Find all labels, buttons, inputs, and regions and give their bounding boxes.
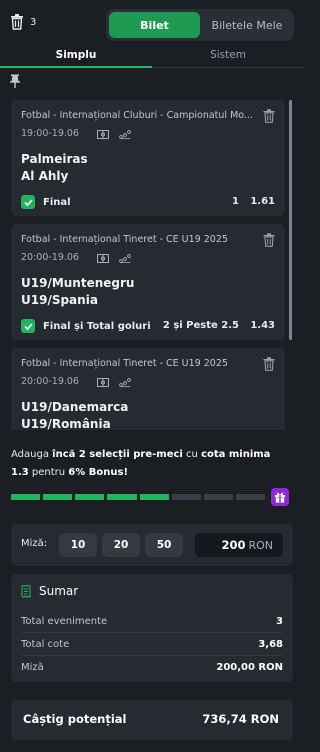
summary-row-value: 3,68 (258, 638, 283, 650)
away-team: Al Ahly (21, 169, 69, 183)
pitch-icon[interactable] (97, 254, 109, 263)
stake-chip-50[interactable]: 50 (145, 533, 183, 557)
bet-card: Fotbal - Internațional Tineret - CE U19 … (11, 348, 285, 430)
league-name: Fotbal - Internațional Cluburi - Campion… (21, 110, 253, 121)
away-team: U19/Spania (21, 293, 98, 307)
progress-segment-empty (235, 494, 265, 500)
summary-row-label: Total evenimente (21, 615, 108, 627)
remove-bet-icon[interactable] (263, 109, 275, 123)
stake-currency: RON (248, 538, 273, 552)
odd-value: 1.43 (250, 320, 275, 331)
home-team: U19/Muntenegru (21, 276, 135, 290)
checkbox-checked-icon[interactable] (21, 319, 35, 333)
potential-win-value: 736,74 RON (202, 712, 279, 726)
away-team: U19/România (21, 417, 111, 430)
tab-sistem[interactable]: Sistem (152, 46, 304, 68)
progress-segment-empty (171, 494, 201, 500)
progress-segment-filled (11, 494, 41, 500)
summary-row: Miză 200,00 RON (21, 657, 283, 677)
remove-bet-icon[interactable] (263, 357, 275, 371)
potential-win-panel: Câștig potențial 736,74 RON (11, 700, 293, 740)
stake-chip-10[interactable]: 10 (59, 533, 97, 557)
summary-header[interactable]: Sumar (21, 584, 78, 598)
stake-value: 200 (221, 538, 246, 552)
summary-row-value: 3 (276, 615, 283, 627)
betslip-header: 3 Bilet Biletele Mele (0, 0, 304, 46)
event-time: 19:00-19.06 (21, 128, 80, 139)
summary-panel: Sumar Total evenimente 3 Total cote 3,68… (11, 574, 293, 682)
stake-input[interactable]: 200 RON (195, 533, 283, 557)
selection-count: 3 (30, 16, 37, 28)
divider (21, 632, 283, 633)
bet-card: Fotbal - Internațional Cluburi - Campion… (11, 100, 285, 216)
gift-icon[interactable] (271, 488, 289, 506)
summary-title: Sumar (39, 584, 79, 598)
progress-segment-filled (107, 494, 137, 500)
pitch-icon[interactable] (97, 130, 109, 139)
stake-label: Miză: (21, 538, 48, 549)
bonus-progress-bar (11, 494, 265, 500)
odd-value: 1.61 (250, 196, 275, 207)
pitch-icon[interactable] (97, 378, 109, 387)
market-name: Final (43, 196, 71, 208)
bonus-message: Adauga încă 2 selecții pre-meci cu cota … (11, 449, 271, 478)
stake-panel: Miză: 10 20 50 200 RON (11, 524, 293, 566)
bet-card: Fotbal - Internațional Tineret - CE U19 … (11, 224, 285, 340)
progress-segment-filled (43, 494, 73, 500)
summary-row: Total evenimente 3 (21, 611, 283, 631)
market-row: Final (21, 195, 71, 209)
clear-betslip-button[interactable]: 3 (10, 14, 36, 30)
progress-segment-filled (75, 494, 105, 500)
summary-row-value: 200,00 RON (216, 661, 283, 673)
pick-value: 1 (232, 196, 239, 207)
toggle-bilet[interactable]: Bilet (109, 12, 200, 38)
pick-value: 2 și Peste 2.5 (162, 320, 239, 331)
stake-chip-20[interactable]: 20 (102, 533, 140, 557)
summary-row-label: Total cote (21, 638, 70, 650)
stats-icon[interactable] (119, 129, 131, 139)
divider (21, 655, 283, 656)
stats-icon[interactable] (119, 253, 131, 263)
toggle-biletele-mele[interactable]: Biletele Mele (203, 12, 291, 38)
progress-segment-empty (203, 494, 233, 500)
tab-simplu[interactable]: Simplu (0, 46, 152, 68)
home-team: Palmeiras (21, 152, 88, 166)
event-time: 20:00-19.06 (21, 376, 80, 387)
stats-icon[interactable] (119, 377, 131, 387)
market-name: Final și Total goluri (43, 320, 151, 332)
home-team: U19/Danemarca (21, 400, 129, 414)
potential-win-label: Câștig potențial (23, 712, 127, 726)
summary-row: Total cote 3,68 (21, 634, 283, 654)
bet-type-tabs: Simplu Sistem (0, 46, 304, 68)
ticket-toggle: Bilet Biletele Mele (106, 9, 294, 41)
market-row: Final și Total goluri (21, 319, 151, 333)
summary-row-label: Miză (21, 661, 44, 673)
bet-list[interactable]: Fotbal - Internațional Cluburi - Campion… (11, 100, 293, 430)
league-name: Fotbal - Internațional Tineret - CE U19 … (21, 234, 228, 245)
checkbox-checked-icon[interactable] (21, 195, 35, 209)
pin-icon[interactable] (10, 74, 20, 88)
league-name: Fotbal - Internațional Tineret - CE U19 … (21, 358, 228, 369)
remove-bet-icon[interactable] (263, 233, 275, 247)
progress-segment-filled (139, 494, 169, 500)
bet-list-scrollbar[interactable] (289, 100, 292, 340)
event-time: 20:00-19.06 (21, 252, 80, 263)
receipt-icon (21, 584, 31, 598)
trash-icon (11, 14, 23, 30)
